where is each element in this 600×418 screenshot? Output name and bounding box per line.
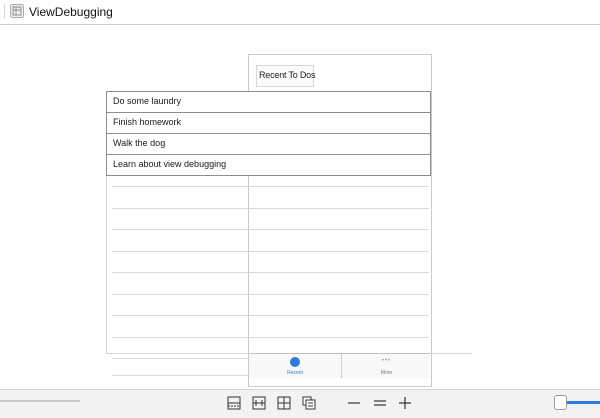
titlebar-divider (4, 4, 5, 19)
table-separator (112, 358, 249, 359)
tab-recent-label: Recent (287, 370, 303, 376)
todo-cell[interactable]: Finish homework (106, 112, 431, 134)
tab-recent[interactable]: Recent (249, 354, 341, 378)
layout-layers-icon[interactable] (302, 396, 316, 410)
table-separator (112, 208, 429, 209)
layout-center-icon[interactable] (252, 396, 266, 410)
layout-grid-icon[interactable] (277, 396, 291, 410)
view-debugging-icon (10, 4, 24, 18)
range-slider-knob[interactable] (554, 395, 567, 410)
todo-cell[interactable]: Do some laundry (106, 91, 431, 113)
todo-cell[interactable]: Walk the dog (106, 133, 431, 155)
todo-cell[interactable]: Learn about view debugging (106, 154, 431, 176)
table-separator (112, 186, 429, 187)
todo-cell-label: Do some laundry (113, 96, 182, 106)
debug-toolbar (0, 389, 600, 418)
tab-more-label: More (380, 370, 393, 376)
zoom-out-icon[interactable] (347, 396, 361, 410)
more-dots-icon: ••• (381, 358, 392, 364)
table-separator (112, 315, 429, 316)
view-hierarchy-canvas[interactable]: Recent To Dos Do some laundry Finish hom… (0, 25, 600, 389)
window-titlebar: ViewDebugging (0, 0, 600, 25)
table-separator (112, 337, 429, 338)
table-left-edge (106, 175, 107, 354)
table-separator (112, 229, 429, 230)
tab-more[interactable]: ••• More (341, 354, 431, 378)
navigation-title[interactable]: Recent To Dos (256, 65, 316, 87)
circle-icon (290, 357, 300, 367)
spacing-slider-track[interactable] (0, 400, 80, 402)
range-slider-fill (564, 401, 600, 404)
zoom-in-icon[interactable] (398, 396, 412, 410)
table-separator (112, 375, 249, 376)
table-separator (112, 294, 429, 295)
table-separator (112, 251, 429, 252)
tab-bar[interactable]: Recent ••• More (249, 353, 430, 378)
todo-cell-label: Finish homework (113, 117, 182, 127)
todo-cell-label: Learn about view debugging (113, 159, 227, 169)
navigation-title-label: Recent To Dos (259, 70, 316, 80)
window-title: ViewDebugging (29, 5, 113, 19)
todo-cell-label: Walk the dog (113, 138, 166, 148)
zoom-reset-icon[interactable] (373, 396, 387, 410)
table-separator (112, 272, 429, 273)
layout-top-icon[interactable] (227, 396, 241, 410)
range-slider[interactable] (554, 395, 600, 410)
